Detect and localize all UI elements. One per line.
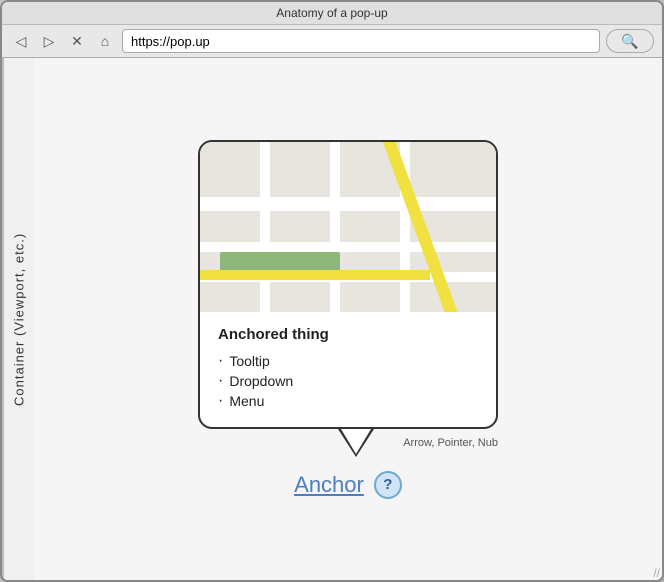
list-item-label: Menu	[229, 393, 264, 409]
search-button[interactable]: 🔍	[606, 29, 654, 53]
resize-handle: //	[653, 566, 660, 580]
sidebar-label: Container (Viewport, etc.)	[2, 58, 34, 580]
title-bar: Anatomy of a pop-up ◁ ▷ ✕ ⌂ 🔍	[2, 2, 662, 58]
popup-arrow-inner	[341, 429, 371, 454]
map-road	[200, 197, 496, 211]
bullet-icon: ·	[218, 353, 223, 369]
popup-container: Anchored thing · Tooltip · Dropdown	[198, 140, 498, 499]
forward-button[interactable]: ▷	[38, 30, 60, 52]
map-yellow-road	[381, 142, 468, 312]
window-title: Anatomy of a pop-up	[276, 6, 387, 20]
map-area	[200, 142, 496, 312]
list-item: · Tooltip	[218, 351, 478, 371]
popup-box: Anchored thing · Tooltip · Dropdown	[198, 140, 498, 429]
anchor-row: Anchor ?	[294, 471, 402, 499]
help-icon[interactable]: ?	[374, 471, 402, 499]
list-item-label: Dropdown	[229, 373, 293, 389]
map-road	[330, 142, 340, 312]
bullet-icon: ·	[218, 373, 223, 389]
popup-list: · Tooltip · Dropdown · Menu	[218, 351, 478, 411]
popup-title: Anchored thing	[218, 326, 478, 343]
list-item-label: Tooltip	[229, 353, 269, 369]
list-item: · Dropdown	[218, 371, 478, 391]
popup-text-area: Anchored thing · Tooltip · Dropdown	[200, 312, 496, 427]
home-button[interactable]: ⌂	[94, 30, 116, 52]
close-button[interactable]: ✕	[66, 30, 88, 52]
arrow-label: Arrow, Pointer, Nub	[403, 437, 498, 449]
anchor-link[interactable]: Anchor	[294, 472, 364, 498]
popup-arrow-container: Arrow, Pointer, Nub	[198, 429, 498, 465]
main-content: Anchored thing · Tooltip · Dropdown	[34, 58, 662, 580]
url-bar[interactable]	[122, 29, 600, 53]
map-road	[200, 242, 496, 252]
bullet-icon: ·	[218, 393, 223, 409]
map-road	[260, 142, 270, 312]
map-yellow-road-h	[200, 270, 430, 280]
nav-bar: ◁ ▷ ✕ ⌂ 🔍	[2, 24, 662, 57]
page-content: Container (Viewport, etc.)	[2, 58, 662, 580]
list-item: · Menu	[218, 391, 478, 411]
browser-window: Anatomy of a pop-up ◁ ▷ ✕ ⌂ 🔍 Container …	[0, 0, 664, 582]
back-button[interactable]: ◁	[10, 30, 32, 52]
